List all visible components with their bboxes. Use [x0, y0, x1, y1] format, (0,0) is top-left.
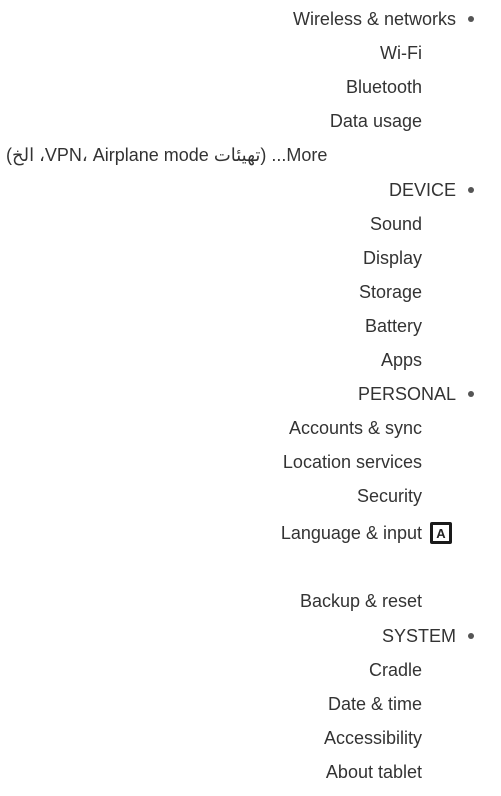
menu-item-accessibility[interactable]: Accessibility — [0, 721, 501, 755]
menu-item-location-services[interactable]: Location services — [0, 445, 501, 479]
menu-item-language-input[interactable]: Language & input A — [0, 516, 501, 550]
menu-item-wifi[interactable]: Wi-Fi — [0, 36, 501, 70]
menu-item-label: Language & input — [280, 522, 422, 543]
section-title: DEVICE — [388, 179, 456, 200]
bullet-icon — [468, 391, 474, 397]
menu-item-date-time[interactable]: Date & time — [0, 687, 501, 721]
menu-item-bluetooth[interactable]: Bluetooth — [0, 70, 501, 104]
section-title: Wireless & networks — [292, 8, 456, 29]
menu-item-sound[interactable]: Sound — [0, 207, 501, 241]
menu-item-backup-reset[interactable]: Backup & reset — [0, 584, 501, 618]
menu-item-label: Wi-Fi — [380, 42, 422, 63]
menu-item-accounts-sync[interactable]: Accounts & sync — [0, 411, 501, 445]
bullet-icon — [468, 16, 474, 22]
menu-item-label: About tablet — [325, 761, 422, 782]
menu-item-label: Location services — [282, 451, 422, 472]
menu-item-storage[interactable]: Storage — [0, 275, 501, 309]
menu-item-about-tablet[interactable]: About tablet — [0, 755, 501, 789]
menu-item-label: Date & time — [327, 693, 422, 714]
menu-item-label: Accounts & sync — [288, 417, 422, 438]
bullet-icon — [468, 633, 474, 639]
menu-item-security[interactable]: Security — [0, 479, 501, 513]
menu-item-display[interactable]: Display — [0, 241, 501, 275]
menu-item-data-usage[interactable]: Data usage — [0, 104, 501, 138]
menu-item-label: Cradle — [368, 659, 422, 680]
menu-item-label: Security — [356, 485, 422, 506]
menu-item-label: Storage — [358, 281, 422, 302]
section-device: DEVICE — [0, 173, 501, 207]
menu-item-label: Battery — [364, 315, 422, 336]
menu-item-cradle[interactable]: Cradle — [0, 653, 501, 687]
menu-item-apps[interactable]: Apps — [0, 343, 501, 377]
menu-item-label: Bluetooth — [345, 76, 422, 97]
section-personal: PERSONAL — [0, 377, 501, 411]
menu-item-label: Apps — [380, 349, 422, 370]
menu-item-more[interactable]: More... (تهيئات VPN، Airplane mode، الخ) — [0, 138, 501, 172]
section-title: PERSONAL — [357, 383, 456, 404]
section-system: SYSTEM — [0, 619, 501, 653]
language-keyboard-icon: A — [430, 522, 452, 544]
menu-item-label: Accessibility — [323, 727, 422, 748]
menu-item-label: Display — [362, 247, 422, 268]
menu-item-label: Data usage — [329, 110, 422, 131]
section-title: SYSTEM — [381, 625, 456, 646]
menu-item-label: Sound — [369, 213, 422, 234]
bullet-icon — [468, 187, 474, 193]
language-icon-letter: A — [433, 525, 449, 541]
menu-item-label: More... (تهيئات VPN، Airplane mode، الخ) — [6, 144, 328, 165]
section-wireless-networks: Wireless & networks — [0, 2, 501, 36]
menu-item-label: Backup & reset — [299, 590, 422, 611]
menu-item-battery[interactable]: Battery — [0, 309, 501, 343]
